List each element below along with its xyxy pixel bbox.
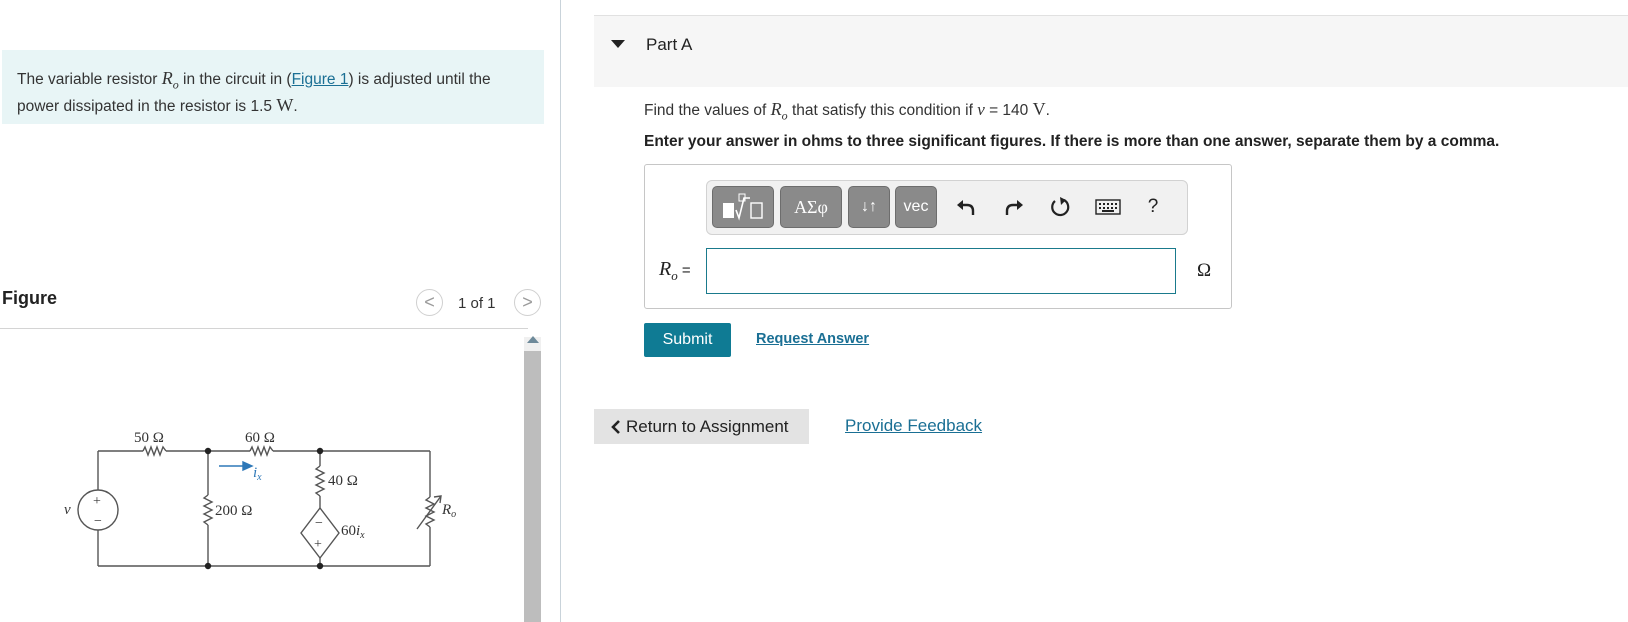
greek-symbols-button[interactable]: ΑΣφ bbox=[780, 186, 842, 228]
dep-source-label: 60ix bbox=[341, 523, 365, 541]
vector-button[interactable]: vec bbox=[895, 186, 937, 228]
problem-statement: The variable resistor Ro in the circuit … bbox=[17, 68, 537, 117]
problem-period: . bbox=[293, 97, 298, 115]
question-part: that satisfy this condition if bbox=[787, 102, 978, 119]
circuit-diagram: 50 Ω 60 Ω 40 Ω 200 Ω v + − − + ix 60ix R… bbox=[64, 430, 456, 570]
current-arrowhead bbox=[242, 460, 254, 472]
equals-sign: = bbox=[677, 262, 691, 279]
resistor-50 bbox=[142, 445, 167, 457]
reset-icon bbox=[1051, 197, 1070, 217]
figure-pager: 1 of 1 bbox=[458, 295, 496, 312]
answer-input[interactable] bbox=[706, 248, 1176, 294]
question-variable: v bbox=[977, 100, 985, 119]
question-period: . bbox=[1045, 102, 1050, 119]
question-unit: V bbox=[1032, 99, 1046, 119]
question-value: = 140 bbox=[984, 102, 1033, 119]
symbol-letter: R bbox=[161, 68, 173, 88]
redo-button[interactable] bbox=[1001, 194, 1027, 220]
figure-divider bbox=[0, 328, 528, 329]
current-label: ix bbox=[253, 465, 262, 483]
node bbox=[316, 562, 324, 570]
templates-icon bbox=[723, 193, 763, 221]
help-button[interactable]: ? bbox=[1140, 194, 1166, 220]
subscript-superscript-button[interactable]: ↓↑ bbox=[848, 186, 890, 228]
dep-source-gain: 60 bbox=[341, 523, 356, 539]
resistor-60-label: 60 Ω bbox=[245, 430, 275, 446]
resistor-40-label: 40 Ω bbox=[328, 473, 358, 489]
current-subscript: x bbox=[256, 472, 262, 483]
chevron-right-icon: > bbox=[522, 292, 533, 312]
resistor-60 bbox=[249, 445, 274, 457]
question-part: Find the values of bbox=[644, 102, 771, 119]
chevron-left-icon: < bbox=[424, 292, 435, 312]
chevron-left-icon bbox=[611, 419, 620, 434]
answer-unit: Ω bbox=[1197, 260, 1212, 281]
problem-text-part: in the circuit in ( bbox=[178, 71, 292, 88]
undo-button[interactable] bbox=[953, 194, 979, 220]
request-answer-link[interactable]: Request Answer bbox=[756, 331, 869, 347]
scroll-up-arrow-icon[interactable] bbox=[527, 336, 539, 343]
reset-button[interactable] bbox=[1047, 194, 1073, 220]
source-voltage-label: v bbox=[64, 502, 71, 518]
node bbox=[204, 562, 212, 570]
dep-source-minus-sign: − bbox=[315, 516, 323, 531]
question-symbol: Ro bbox=[770, 99, 788, 123]
templates-button[interactable] bbox=[712, 186, 774, 228]
source-minus-sign: − bbox=[94, 514, 102, 529]
resistor-200 bbox=[202, 494, 214, 526]
redo-icon bbox=[1005, 200, 1023, 215]
undo-icon bbox=[957, 200, 975, 215]
question-text: Find the values of Ro that satisfy this … bbox=[644, 99, 1050, 124]
resistor-symbol: Ro bbox=[161, 68, 179, 92]
return-label: Return to Assignment bbox=[626, 416, 789, 436]
part-a-header[interactable] bbox=[594, 15, 1628, 87]
problem-text-part: The variable resistor bbox=[17, 71, 162, 88]
resistor-50-label: 50 Ω bbox=[134, 430, 164, 446]
keyboard-icon bbox=[1095, 199, 1121, 215]
symbol-letter: R bbox=[659, 258, 672, 280]
symbol-letter: R bbox=[770, 99, 782, 119]
figure-heading: Figure bbox=[2, 288, 58, 308]
source-plus-sign: + bbox=[93, 494, 101, 509]
node bbox=[316, 447, 324, 455]
figure-next-button[interactable]: > bbox=[514, 289, 541, 316]
node bbox=[204, 447, 212, 455]
figure-prev-button[interactable]: < bbox=[416, 289, 443, 316]
figure-scrollbar-thumb[interactable] bbox=[524, 351, 541, 622]
pane-divider bbox=[560, 0, 561, 622]
ro-label: Ro bbox=[441, 502, 456, 520]
provide-feedback-link[interactable]: Provide Feedback bbox=[845, 416, 982, 436]
answer-label: Ro = bbox=[659, 258, 691, 284]
resistor-200-label: 200 Ω bbox=[215, 503, 252, 519]
figure-link[interactable]: Figure 1 bbox=[292, 71, 349, 88]
ro-letter: R bbox=[441, 502, 451, 518]
submit-button[interactable]: Submit bbox=[644, 323, 731, 357]
dep-source-subscript: x bbox=[359, 530, 365, 541]
return-to-assignment-button[interactable]: Return to Assignment bbox=[594, 409, 809, 444]
answer-instruction: Enter your answer in ohms to three signi… bbox=[644, 133, 1500, 150]
resistor-40 bbox=[314, 465, 326, 497]
power-unit: W bbox=[276, 94, 294, 115]
keyboard-button[interactable] bbox=[1094, 194, 1122, 220]
part-title: Part A bbox=[646, 35, 693, 54]
collapse-caret-icon[interactable] bbox=[611, 40, 625, 48]
dep-source-plus-sign: + bbox=[314, 537, 322, 552]
ro-subscript: o bbox=[451, 509, 456, 520]
